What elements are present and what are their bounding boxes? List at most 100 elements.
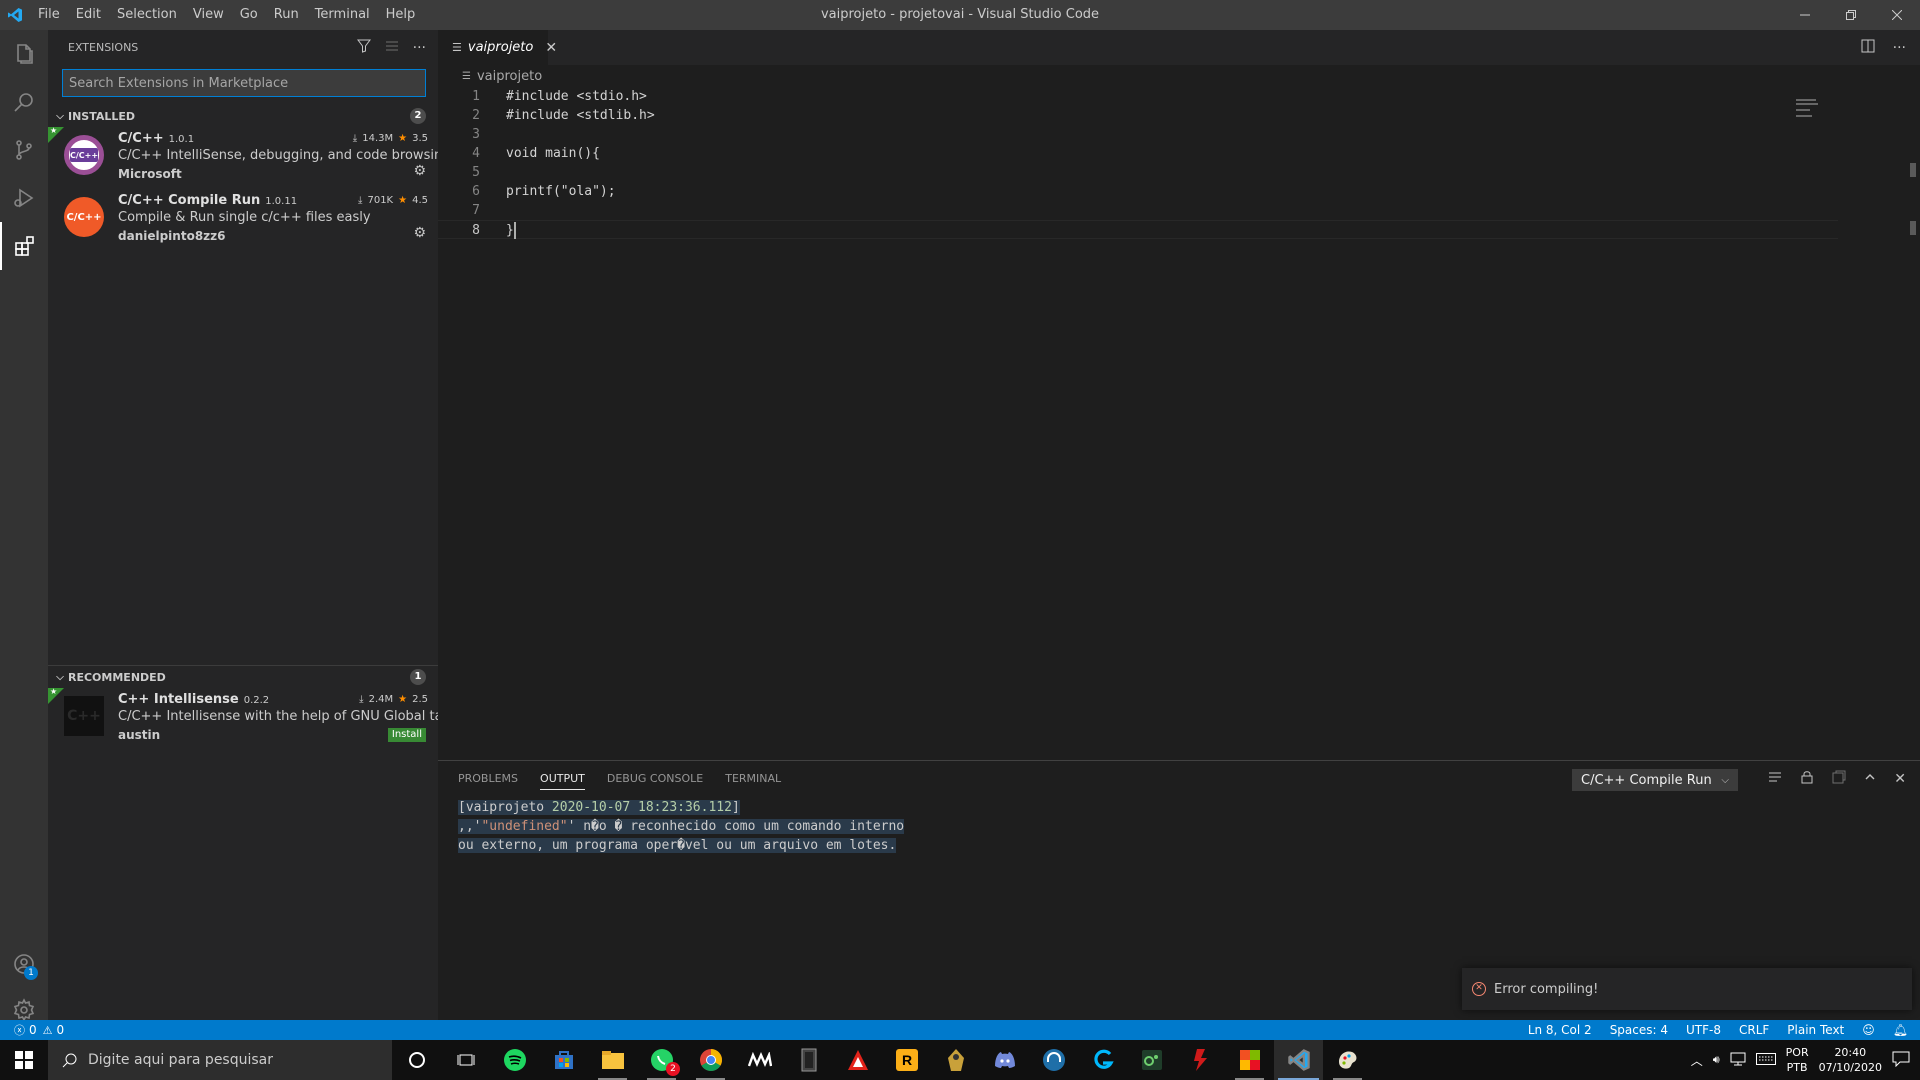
code-editor[interactable]: 1 #include <stdio.h> 2 #include <stdlib.h>…	[438, 87, 1838, 239]
problems-status[interactable]: ⓧ 0 ⚠ 0	[14, 1020, 64, 1040]
warning-count: 0	[56, 1023, 65, 1037]
language-mode[interactable]: Plain Text	[1787, 1023, 1844, 1037]
extension-item-cpp-compile-run[interactable]: C/C++ C/C++ Compile Run 1.0.11 Compile & …	[48, 189, 438, 251]
install-button[interactable]: Install	[387, 728, 426, 742]
error-notification[interactable]: ✕ Error compiling!	[1462, 968, 1912, 1010]
chevron-down-icon: ⌵	[56, 671, 64, 683]
volume-icon[interactable]: 🔊︎	[1713, 1053, 1720, 1067]
task-view-icon[interactable]	[441, 1040, 490, 1080]
manage-extension-gear-icon[interactable]: ⚙	[413, 225, 426, 241]
windows-start-icon[interactable]	[0, 1040, 48, 1080]
run-debug-icon[interactable]	[0, 174, 48, 222]
menu-help[interactable]: Help	[378, 0, 424, 30]
line-ending[interactable]: CRLF	[1739, 1023, 1769, 1037]
show-hidden-icons-icon[interactable]: ︿	[1691, 1052, 1703, 1069]
notifications-bell-icon[interactable]: 🔔︎	[1893, 1023, 1908, 1037]
system-tray: ︿ 🔊︎ POR PTB 20:40 07/10/2020	[1691, 1040, 1920, 1080]
spotify-icon[interactable]	[490, 1040, 539, 1080]
extensions-icon[interactable]	[0, 222, 48, 270]
search-icon[interactable]	[0, 78, 48, 126]
close-panel-icon[interactable]: ✕	[1894, 771, 1906, 787]
app-controller-icon[interactable]	[1127, 1040, 1176, 1080]
rockstar-icon[interactable]: R	[882, 1040, 931, 1080]
breadcrumb-file[interactable]: vaiprojeto	[477, 69, 542, 84]
output-line: [vaiprojeto 2020-10-07 18:23:36.112]	[458, 800, 740, 815]
app-red-icon[interactable]	[1176, 1040, 1225, 1080]
code-line: 3	[472, 127, 480, 142]
keyboard-icon[interactable]	[1755, 1052, 1776, 1068]
cursor-position[interactable]: Ln 8, Col 2	[1528, 1023, 1592, 1037]
tab-terminal[interactable]: TERMINAL	[725, 772, 781, 785]
menu-terminal[interactable]: Terminal	[307, 0, 378, 30]
accounts-icon[interactable]: 1	[0, 940, 48, 988]
maximize-panel-icon[interactable]	[1864, 771, 1876, 787]
app-mw-icon[interactable]	[735, 1040, 784, 1080]
menu-edit[interactable]: Edit	[68, 0, 109, 30]
close-tab-icon[interactable]: ✕	[545, 40, 557, 56]
breadcrumb[interactable]: ☰ vaiprojeto	[438, 65, 1920, 87]
minimap[interactable]	[1796, 87, 1906, 130]
adobe-reader-icon[interactable]	[833, 1040, 882, 1080]
indentation[interactable]: Spaces: 4	[1610, 1023, 1668, 1037]
menu-run[interactable]: Run	[266, 0, 307, 30]
filter-icon[interactable]	[356, 39, 371, 57]
rating-star-icon: ★	[398, 195, 408, 206]
tab-debug-console[interactable]: DEBUG CONSOLE	[607, 772, 703, 785]
app-colorful-icon[interactable]	[1225, 1040, 1274, 1080]
minimize-button[interactable]	[1782, 0, 1828, 30]
restore-button[interactable]	[1828, 0, 1874, 30]
manage-extension-gear-icon[interactable]: ⚙	[413, 163, 426, 179]
more-actions-icon[interactable]: ···	[413, 40, 426, 56]
clear-results-icon[interactable]	[385, 39, 399, 57]
vscode-taskbar-icon[interactable]	[1274, 1040, 1323, 1080]
menu-go[interactable]: Go	[232, 0, 266, 30]
menu-selection[interactable]: Selection	[109, 0, 185, 30]
tab-output[interactable]: OUTPUT	[540, 772, 585, 790]
output-content[interactable]: [vaiprojeto 2020-10-07 18:23:36.112] ,,'…	[458, 798, 905, 855]
extension-description: C/C++ IntelliSense, debugging, and code …	[118, 148, 455, 163]
editor-more-actions-icon[interactable]: ···	[1893, 40, 1906, 56]
action-center-icon[interactable]	[1892, 1051, 1910, 1070]
discord-icon[interactable]	[980, 1040, 1029, 1080]
menu-file[interactable]: File	[30, 0, 68, 30]
code-line: 4 void main(){	[472, 146, 600, 161]
output-channel-select[interactable]: C/C++ Compile Run ⌵	[1572, 769, 1738, 791]
open-log-icon[interactable]	[1832, 770, 1846, 788]
encoding[interactable]: UTF-8	[1686, 1023, 1721, 1037]
whatsapp-icon[interactable]: 2	[637, 1040, 686, 1080]
source-control-icon[interactable]	[0, 126, 48, 174]
feedback-icon[interactable]: ☺	[1862, 1023, 1875, 1037]
tab-problems[interactable]: PROBLEMS	[458, 772, 518, 785]
cortana-icon[interactable]	[392, 1040, 441, 1080]
clock[interactable]: 20:40 07/10/2020	[1819, 1045, 1882, 1075]
cpp-extension-icon: C/C++	[64, 135, 104, 175]
app-headset-icon[interactable]	[1029, 1040, 1078, 1080]
extension-version: 0.2.2	[243, 695, 270, 706]
clear-output-icon[interactable]	[1768, 770, 1782, 788]
editor-scrollbar[interactable]	[1906, 87, 1920, 707]
paint-icon[interactable]	[1323, 1040, 1372, 1080]
file-explorer-icon[interactable]	[588, 1040, 637, 1080]
taskbar-search[interactable]: Digite aqui para pesquisar	[48, 1040, 392, 1080]
code-line: 7	[472, 203, 480, 218]
chrome-icon[interactable]	[686, 1040, 735, 1080]
extension-name: C++ Intellisense	[118, 692, 239, 707]
split-editor-icon[interactable]	[1861, 39, 1875, 57]
tab-vaiprojeto[interactable]: ☰ vaiprojeto ✕	[438, 30, 557, 65]
close-window-button[interactable]	[1874, 0, 1920, 30]
network-icon[interactable]	[1730, 1052, 1746, 1069]
store-icon[interactable]	[539, 1040, 588, 1080]
app-door-icon[interactable]	[784, 1040, 833, 1080]
lock-scroll-icon[interactable]	[1800, 770, 1814, 788]
menu-view[interactable]: View	[185, 0, 232, 30]
installed-section-header[interactable]: ⌵ INSTALLED 2	[48, 105, 438, 127]
extension-item-cpp-intellisense[interactable]: ★ C++ C++ Intellisense 0.2.2 C/C++ Intell…	[48, 687, 458, 750]
date: 07/10/2020	[1818, 1061, 1882, 1074]
extension-item-cpp[interactable]: ★ C/C++ C/C++ 1.0.1 C/C++ IntelliSense, d…	[48, 126, 455, 189]
explorer-icon[interactable]	[0, 30, 48, 78]
logitech-g-icon[interactable]	[1078, 1040, 1127, 1080]
recommended-section-header[interactable]: ⌵ RECOMMENDED 1	[48, 666, 438, 688]
game-character-icon[interactable]	[931, 1040, 980, 1080]
input-language[interactable]: POR PTB	[1786, 1045, 1809, 1075]
extensions-search-input[interactable]	[62, 69, 426, 97]
